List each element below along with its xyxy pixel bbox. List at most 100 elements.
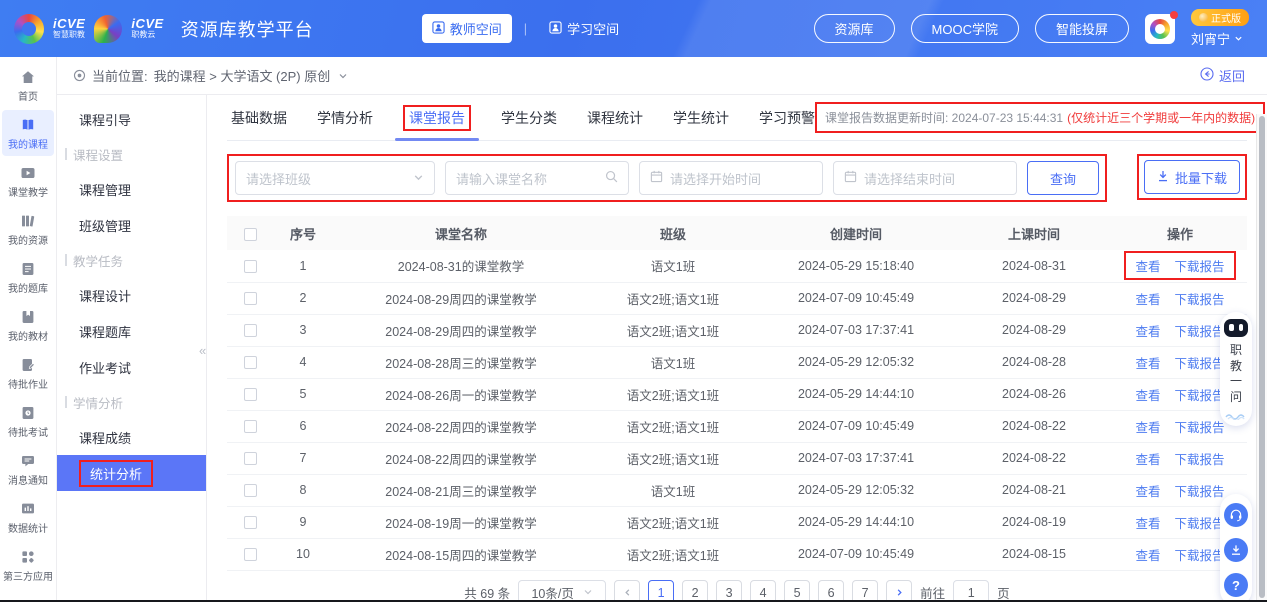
download-report-link[interactable]: 下载报告	[1175, 256, 1225, 275]
sidebar-item-question-bank[interactable]: 我的题库	[2, 254, 54, 300]
prev-page-button[interactable]	[614, 580, 640, 602]
download-report-link[interactable]: 下载报告	[1175, 449, 1225, 468]
sidebar-item-pending-homework[interactable]: 待批作业	[2, 350, 54, 396]
sidebar-item-classroom-teaching[interactable]: 课堂教学	[2, 158, 54, 204]
cell-class-date: 2024-08-21	[955, 474, 1113, 506]
tab-item[interactable]: 学生分类	[501, 95, 557, 140]
smart-cast-button[interactable]: 智能投屏	[1035, 14, 1129, 43]
sidebar-item-home[interactable]: 首页	[2, 62, 54, 108]
assistant-widget[interactable]: 职教一问	[1220, 312, 1252, 426]
cell-classes: 语文2班;语文1班	[589, 410, 757, 442]
user-menu[interactable]: 刘宵宁	[1191, 29, 1243, 48]
download-report-link[interactable]: 下载报告	[1175, 481, 1225, 500]
download-report-link[interactable]: 下载报告	[1175, 417, 1225, 436]
page-button[interactable]: 5	[784, 580, 810, 602]
row-checkbox[interactable]	[244, 548, 257, 561]
course-nav-item[interactable]: 作业考试	[57, 349, 206, 385]
help-button[interactable]: ?	[1224, 573, 1248, 597]
view-link[interactable]: 查看	[1135, 256, 1160, 275]
course-nav-item[interactable]: 课程设计	[57, 277, 206, 313]
download-report-link[interactable]: 下载报告	[1175, 545, 1225, 564]
course-nav-item[interactable]: 统计分析	[57, 455, 206, 491]
breadcrumb-path[interactable]: 我的课程 > 大学语文 (2P) 原创	[154, 66, 331, 85]
course-nav-item[interactable]: 课程管理	[57, 171, 206, 207]
row-checkbox[interactable]	[244, 452, 257, 465]
sidebar-item-pending-exams[interactable]: 待批考试	[2, 398, 54, 444]
sidebar-item-data-statistics[interactable]: 数据统计	[2, 494, 54, 540]
query-button[interactable]: 查询	[1027, 161, 1099, 195]
page-button[interactable]: 1	[648, 580, 674, 602]
row-checkbox[interactable]	[244, 484, 257, 497]
course-nav-item[interactable]: 课程题库	[57, 313, 206, 349]
view-link[interactable]: 查看	[1135, 417, 1160, 436]
page-button[interactable]: 6	[818, 580, 844, 602]
download-center-button[interactable]	[1224, 538, 1248, 562]
teacher-space-icon	[432, 21, 445, 37]
tab-item[interactable]: 学生统计	[673, 95, 729, 140]
select-all-checkbox[interactable]	[244, 228, 257, 241]
tab-item[interactable]: 课堂报告	[403, 95, 471, 140]
download-report-link[interactable]: 下载报告	[1175, 513, 1225, 532]
course-nav-item[interactable]: 课程成绩	[57, 419, 206, 455]
class-name-input[interactable]: 请输入课堂名称	[445, 161, 629, 195]
class-select[interactable]: 请选择班级	[235, 161, 435, 195]
mooc-academy-button[interactable]: MOOC学院	[911, 14, 1019, 43]
download-report-link[interactable]: 下载报告	[1175, 353, 1225, 372]
view-link[interactable]: 查看	[1135, 289, 1160, 308]
resource-library-button[interactable]: 资源库	[814, 14, 895, 43]
sidebar-item-my-resources[interactable]: 我的资源	[2, 206, 54, 252]
sidebar-item-third-party-apps[interactable]: 第三方应用	[2, 542, 54, 588]
row-checkbox[interactable]	[244, 420, 257, 433]
customer-service-button[interactable]	[1224, 503, 1248, 527]
icon-sidebar: 首页 我的课程 课堂教学 我的资源 我的题库 我的教材	[0, 57, 57, 602]
end-date-input[interactable]: 请选择结束时间	[833, 161, 1017, 195]
course-sidebar: 课程引导课程设置课程管理班级管理教学任务课程设计课程题库作业考试学情分析课程成绩…	[57, 95, 207, 602]
sidebar-item-textbooks[interactable]: 我的教材	[2, 302, 54, 348]
row-checkbox[interactable]	[244, 388, 257, 401]
chevron-down-icon[interactable]	[338, 71, 348, 81]
download-report-link[interactable]: 下载报告	[1175, 321, 1225, 340]
cell-class-date: 2024-08-19	[955, 506, 1113, 538]
tab-item[interactable]: 课程统计	[587, 95, 643, 140]
course-nav-item[interactable]: 班级管理	[57, 207, 206, 243]
scrollbar-thumb[interactable]	[1259, 116, 1265, 598]
back-link[interactable]: 返回	[1200, 66, 1245, 85]
download-report-link[interactable]: 下载报告	[1175, 289, 1225, 308]
download-report-link[interactable]: 下载报告	[1175, 385, 1225, 404]
tab-item[interactable]: 学情分析	[317, 95, 373, 140]
row-checkbox[interactable]	[244, 356, 257, 369]
next-page-button[interactable]	[886, 580, 912, 602]
tab-item[interactable]: 学习预警	[759, 95, 815, 140]
avatar[interactable]	[1145, 14, 1175, 44]
collapse-sidebar-handle[interactable]: «	[199, 343, 206, 358]
course-nav-item[interactable]: 课程引导	[57, 101, 206, 137]
view-link[interactable]: 查看	[1135, 385, 1160, 404]
view-link[interactable]: 查看	[1135, 353, 1160, 372]
page-button[interactable]: 3	[716, 580, 742, 602]
row-checkbox[interactable]	[244, 324, 257, 337]
page-button[interactable]: 2	[682, 580, 708, 602]
teacher-space-link[interactable]: 教师空间	[422, 14, 512, 43]
view-link[interactable]: 查看	[1135, 513, 1160, 532]
row-checkbox[interactable]	[244, 292, 257, 305]
goto-page-input[interactable]: 1	[953, 580, 989, 602]
sidebar-item-my-courses[interactable]: 我的课程	[2, 110, 54, 156]
column-header: 班级	[589, 216, 757, 250]
learning-space-icon	[549, 21, 562, 37]
row-checkbox[interactable]	[244, 516, 257, 529]
learning-space-link[interactable]: 学习空间	[539, 14, 629, 43]
view-link[interactable]: 查看	[1135, 449, 1160, 468]
tab-item[interactable]: 基础数据	[231, 95, 287, 140]
start-date-input[interactable]: 请选择开始时间	[639, 161, 823, 195]
page-button[interactable]: 4	[750, 580, 776, 602]
view-link[interactable]: 查看	[1135, 481, 1160, 500]
row-actions: 查看下载报告	[1124, 251, 1235, 280]
row-checkbox[interactable]	[244, 260, 257, 273]
view-link[interactable]: 查看	[1135, 321, 1160, 340]
page-size-select[interactable]: 10条/页	[518, 580, 606, 602]
view-link[interactable]: 查看	[1135, 545, 1160, 564]
row-actions: 查看下载报告	[1135, 321, 1224, 340]
batch-download-button[interactable]: 批量下载	[1144, 160, 1240, 194]
sidebar-item-notifications[interactable]: 消息通知	[2, 446, 54, 492]
page-button[interactable]: 7	[852, 580, 878, 602]
